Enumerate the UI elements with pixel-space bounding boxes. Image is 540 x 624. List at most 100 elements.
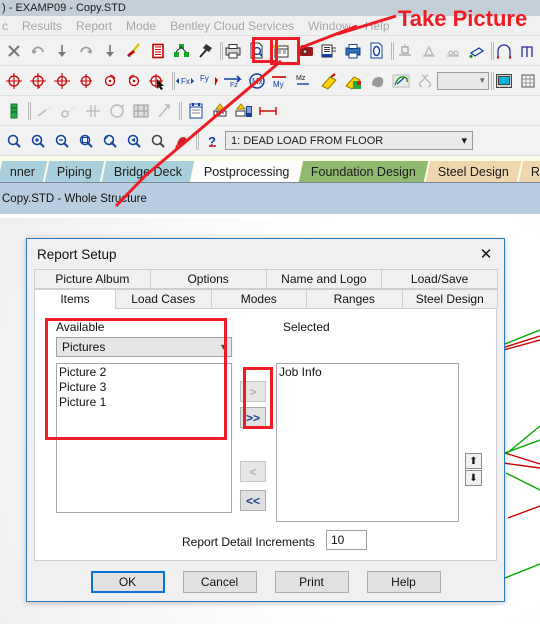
print-icon[interactable] — [221, 39, 245, 63]
frame-shape-icon[interactable] — [516, 39, 540, 63]
zoom-out-icon[interactable] — [50, 129, 74, 153]
undo-icon[interactable] — [26, 39, 50, 63]
zoom-window-icon[interactable] — [74, 129, 98, 153]
support-pinned-icon[interactable] — [417, 39, 441, 63]
print-batch-icon[interactable] — [341, 39, 365, 63]
plate-cursor-icon[interactable] — [81, 99, 105, 123]
hammer-tool-icon[interactable] — [194, 39, 218, 63]
force-fx-icon[interactable]: Fx — [173, 69, 197, 93]
print-preview-icon[interactable] — [245, 39, 269, 63]
add-one-button[interactable]: > — [240, 381, 266, 402]
mesh-render-icon[interactable] — [389, 69, 413, 93]
tab-name-and-logo[interactable]: Name and Logo — [265, 269, 383, 289]
add-support-icon[interactable] — [465, 39, 489, 63]
list-item[interactable]: Picture 3 — [59, 380, 231, 395]
tab-modes[interactable]: Modes — [210, 289, 307, 309]
page-tab-piping[interactable]: Piping — [44, 161, 105, 182]
force-fy-icon[interactable]: Fy — [197, 69, 221, 93]
arch-shape-icon[interactable] — [492, 39, 516, 63]
remove-all-button[interactable]: << — [240, 490, 266, 511]
page-tab-steel-design[interactable]: Steel Design — [426, 161, 522, 182]
render-paint-icon[interactable] — [170, 129, 194, 153]
zoom-previous-icon[interactable] — [122, 129, 146, 153]
print-button[interactable]: Print — [274, 571, 349, 593]
page-tab-ram-connection[interactable]: RAM Co — [518, 161, 540, 182]
tab-ranges[interactable]: Ranges — [306, 289, 403, 309]
zoom-search-icon[interactable] — [2, 129, 26, 153]
load-case-combo[interactable]: 1: DEAD LOAD FROM FLOOR ▾ — [225, 131, 473, 150]
take-picture-camera-icon[interactable] — [293, 39, 317, 63]
tab-load-cases[interactable]: Load Cases — [115, 289, 212, 309]
solid-render-icon[interactable] — [365, 69, 389, 93]
list-item[interactable]: Job Info — [279, 365, 458, 380]
tab-steel-design[interactable]: Steel Design — [401, 289, 498, 309]
color-contour-icon[interactable] — [341, 69, 365, 93]
zoom-in-icon[interactable] — [26, 129, 50, 153]
grid-display-icon[interactable] — [516, 69, 540, 93]
list-item[interactable]: Picture 2 — [59, 365, 231, 380]
dimension-icon[interactable] — [208, 99, 232, 123]
member-property-icon[interactable] — [2, 99, 26, 123]
cut-icon[interactable] — [2, 39, 26, 63]
cancel-button[interactable]: Cancel — [182, 571, 257, 593]
remove-one-button[interactable]: < — [240, 461, 266, 482]
tab-options[interactable]: Options — [149, 269, 267, 289]
page-tab-bridge-deck[interactable]: Bridge Deck — [101, 161, 195, 182]
selected-items-list[interactable]: Job Info — [276, 363, 459, 522]
support-roller-icon[interactable] — [441, 39, 465, 63]
node-select-cursor-icon[interactable] — [146, 69, 170, 93]
page-tab-foundation-design[interactable]: Foundation Design — [299, 161, 429, 182]
redo-many-icon[interactable] — [98, 39, 122, 63]
new-picture-icon[interactable] — [269, 39, 293, 63]
undo-many-icon[interactable] — [50, 39, 74, 63]
node-translate-icon[interactable] — [2, 69, 26, 93]
section-shape-icon[interactable] — [413, 69, 437, 93]
page-tab-nner[interactable]: nner — [0, 161, 48, 182]
dimension-report-icon[interactable] — [232, 99, 256, 123]
node-cursor-icon[interactable] — [57, 99, 81, 123]
moment-mz-icon[interactable]: Mz — [293, 69, 317, 93]
add-all-button[interactable]: >> — [240, 407, 266, 428]
move-up-button[interactable]: ⬆ — [465, 453, 482, 469]
tab-picture-album[interactable]: Picture Album — [34, 269, 151, 289]
table-data-icon[interactable] — [184, 99, 208, 123]
stress-contour-icon[interactable] — [317, 69, 341, 93]
report-setup-icon[interactable] — [317, 39, 341, 63]
solid-cursor-icon[interactable] — [105, 99, 129, 123]
node-translate-z-icon[interactable] — [50, 69, 74, 93]
surface-cursor-icon[interactable] — [129, 99, 153, 123]
edit-pencil-icon[interactable] — [122, 39, 146, 63]
support-fixed-icon[interactable] — [393, 39, 417, 63]
list-item[interactable]: Picture 1 — [59, 395, 231, 410]
pan-icon[interactable] — [146, 129, 170, 153]
geometry-cursor-icon[interactable] — [153, 99, 177, 123]
menu-item-bentley-cloud-services[interactable]: Bentley Cloud Services — [163, 19, 301, 33]
display-window-icon[interactable] — [492, 69, 516, 93]
moment-my-icon[interactable]: My — [269, 69, 293, 93]
force-fz-icon[interactable]: Fz — [221, 69, 245, 93]
beam-cursor-icon[interactable] — [33, 99, 57, 123]
structure-nodes-icon[interactable] — [170, 39, 194, 63]
menu-item-window[interactable]: Window — [301, 19, 358, 33]
menu-item-help[interactable]: Help — [358, 19, 397, 33]
tab-items[interactable]: Items — [34, 289, 116, 309]
node-rotate-ccw-icon[interactable] — [122, 69, 146, 93]
menu-item-mode[interactable]: Mode — [119, 19, 163, 33]
document-preview-icon[interactable] — [365, 39, 389, 63]
move-down-button[interactable]: ⬇ — [465, 470, 482, 486]
span-dimension-icon[interactable] — [256, 99, 280, 123]
menu-item-results[interactable]: Results — [15, 19, 69, 33]
report-detail-increments-input[interactable]: 10 — [326, 530, 367, 550]
menu-item-c[interactable]: c — [2, 19, 15, 33]
ok-button[interactable]: OK — [90, 571, 165, 593]
help-button[interactable]: Help — [366, 571, 441, 593]
zoom-extents-icon[interactable] — [98, 129, 122, 153]
help-query-icon[interactable]: ? — [201, 129, 225, 153]
node-rotate-cw-icon[interactable] — [98, 69, 122, 93]
available-category-combo[interactable]: Pictures ▾ — [56, 337, 232, 357]
redo-icon[interactable] — [74, 39, 98, 63]
table-report-icon[interactable] — [146, 39, 170, 63]
node-translate-y-icon[interactable] — [26, 69, 50, 93]
page-tab-postprocessing[interactable]: Postprocessing — [191, 161, 302, 182]
node-rotate-icon[interactable] — [74, 69, 98, 93]
